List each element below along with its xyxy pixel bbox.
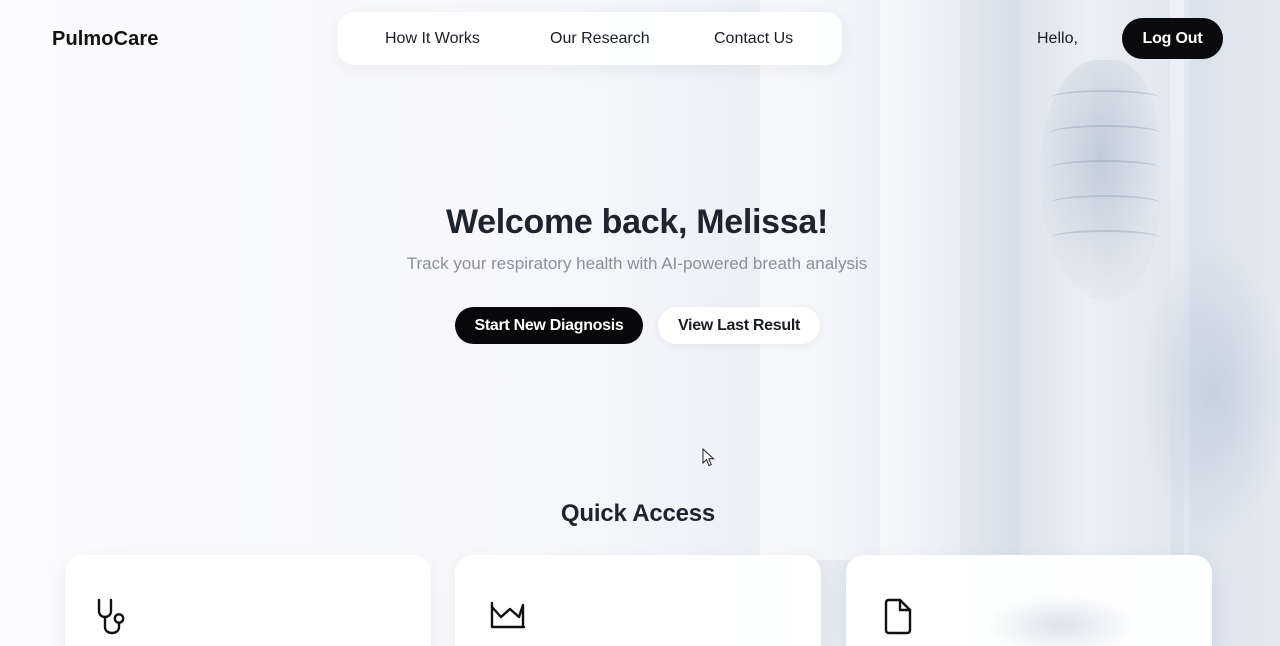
quick-access-card-diagnosis[interactable] bbox=[65, 555, 431, 646]
nav-our-research[interactable]: Our Research bbox=[550, 30, 650, 48]
document-icon bbox=[884, 598, 912, 635]
stethoscope-icon bbox=[97, 598, 125, 635]
card-background-blur bbox=[986, 595, 1136, 646]
nav-how-it-works[interactable]: How It Works bbox=[385, 30, 480, 48]
welcome-subtitle: Track your respiratory health with AI-po… bbox=[406, 254, 868, 273]
log-out-button[interactable]: Log Out bbox=[1122, 18, 1223, 59]
brand-logo[interactable]: PulmoCare bbox=[52, 28, 159, 51]
top-header: PulmoCare How It Works Our Research Cont… bbox=[0, 0, 1280, 78]
start-new-diagnosis-button[interactable]: Start New Diagnosis bbox=[455, 307, 643, 344]
view-last-result-button[interactable]: View Last Result bbox=[658, 307, 820, 344]
welcome-title: Welcome back, Melissa! bbox=[445, 203, 829, 241]
quick-access-title: Quick Access bbox=[560, 500, 716, 527]
user-greeting: Hello, bbox=[1037, 30, 1078, 47]
mouse-cursor-icon bbox=[702, 448, 715, 467]
chart-icon bbox=[490, 601, 526, 629]
xray-background-image bbox=[760, 0, 1280, 560]
quick-access-card-history[interactable] bbox=[455, 555, 821, 646]
nav-contact-us[interactable]: Contact Us bbox=[714, 30, 793, 48]
main-nav: How It Works Our Research Contact Us bbox=[338, 12, 842, 65]
quick-access-card-reports[interactable] bbox=[846, 555, 1212, 646]
